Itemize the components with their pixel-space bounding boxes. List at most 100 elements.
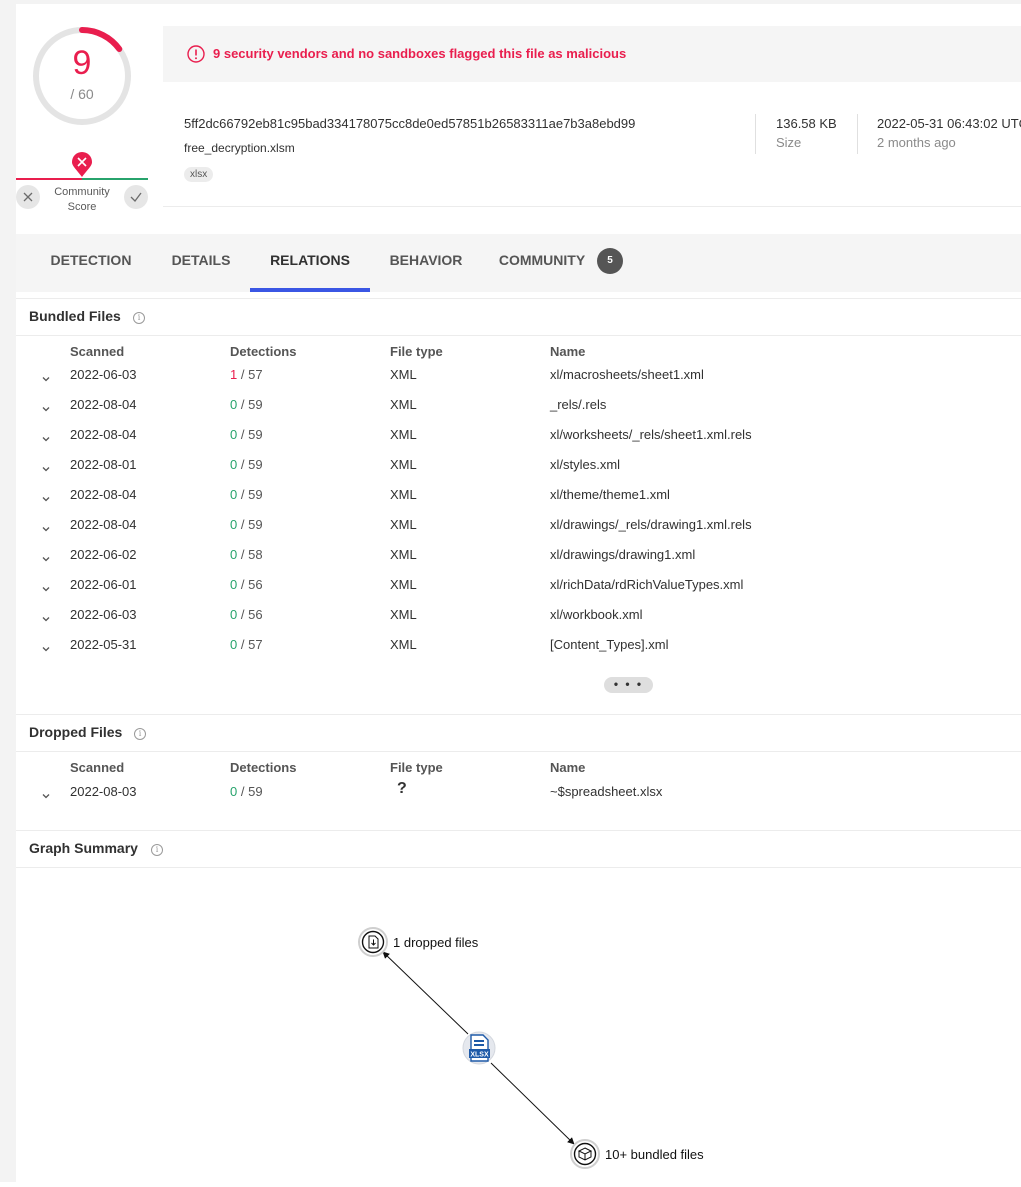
detection-ratio: 0 / 59 — [230, 517, 263, 532]
table-row[interactable]: 2022-06-03 1 / 57 XML xl/macrosheets/sheet1… — [16, 367, 1021, 397]
chevron-down-icon[interactable] — [40, 613, 52, 625]
table-row[interactable]: 2022-06-02 0 / 58 XML xl/drawings/drawing1.… — [16, 547, 1021, 577]
column-header-scanned: Scanned — [70, 760, 125, 775]
column-header-file-type: File type — [390, 344, 443, 359]
detection-total: / 59 — [240, 487, 263, 502]
file-type: XML — [390, 427, 417, 442]
page-top-strip — [0, 0, 1021, 4]
file-name-link[interactable]: xl/styles.xml — [550, 457, 620, 472]
file-name-link[interactable]: xl/richData/rdRichValueTypes.xml — [550, 577, 743, 592]
file-name-link[interactable]: _rels/.rels — [550, 397, 606, 412]
graph-canvas: XLSX — [358, 927, 600, 1169]
divider — [857, 114, 858, 154]
column-header-scanned: Scanned — [70, 344, 125, 359]
detection-total: / 59 — [240, 784, 263, 799]
chevron-down-icon[interactable] — [40, 790, 52, 802]
file-type: ? — [397, 780, 407, 797]
chevron-down-icon[interactable] — [40, 643, 52, 655]
active-tab-indicator — [250, 288, 370, 292]
file-type: XML — [390, 607, 417, 622]
detection-ratio: 0 / 58 — [230, 547, 263, 562]
table-row[interactable]: 2022-08-04 0 / 59 XML xl/worksheets/_rels/s… — [16, 427, 1021, 457]
file-type: XML — [390, 367, 417, 382]
file-name-link[interactable]: xl/theme/theme1.xml — [550, 487, 670, 502]
relations-graph[interactable]: XLSX 1 dropped files 10+ bundled files — [16, 868, 1021, 1182]
chevron-down-icon[interactable] — [40, 493, 52, 505]
chevron-down-icon[interactable] — [40, 553, 52, 565]
detection-count: 0 — [230, 637, 238, 652]
tab-relations[interactable]: RELATIONS — [250, 234, 370, 292]
chevron-down-icon[interactable] — [40, 433, 52, 445]
tab-behavior[interactable]: BEHAVIOR — [380, 234, 472, 292]
chevron-down-icon[interactable] — [40, 583, 52, 595]
bundled-files-node-label: 10+ bundled files — [605, 1147, 704, 1162]
graph-edge-bundled — [490, 1062, 575, 1145]
bundled-files-header: Bundled Files i — [16, 298, 1021, 336]
table-row[interactable]: 2022-08-04 0 / 59 XML xl/drawings/_rels/dra… — [16, 517, 1021, 547]
file-name-link[interactable]: ~$spreadsheet.xlsx — [550, 784, 662, 799]
divider — [755, 114, 756, 154]
tab-community[interactable]: COMMUNITY — [492, 234, 592, 292]
detection-total: / 59 — [240, 397, 263, 412]
tab-detection[interactable]: DETECTION — [36, 234, 146, 292]
bundled-files-node[interactable] — [570, 1139, 600, 1169]
file-size-value: 136.58 KB — [776, 116, 837, 131]
chevron-down-icon[interactable] — [40, 463, 52, 475]
xlsx-file-node[interactable]: XLSX — [462, 1031, 496, 1065]
scanned-date: 2022-06-01 — [70, 577, 137, 592]
chevron-down-icon[interactable] — [40, 373, 52, 385]
detection-ratio: 0 / 57 — [230, 637, 263, 652]
table-row[interactable]: 2022-08-04 0 / 59 XML _rels/.rels — [16, 397, 1021, 427]
scanned-date: 2022-05-31 — [70, 637, 137, 652]
vote-malicious-button[interactable] — [16, 185, 40, 209]
info-icon[interactable]: i — [134, 728, 146, 740]
table-row[interactable]: 2022-08-04 0 / 59 XML xl/theme/theme1.xml — [16, 487, 1021, 517]
table-row[interactable]: 2022-08-01 0 / 59 XML xl/styles.xml — [16, 457, 1021, 487]
table-row[interactable]: 2022-06-03 0 / 56 XML xl/workbook.xml — [16, 607, 1021, 637]
file-name-link[interactable]: [Content_Types].xml — [550, 637, 669, 652]
chevron-down-icon[interactable] — [40, 523, 52, 535]
graph-edge-dropped — [382, 951, 469, 1035]
detection-count: 0 — [230, 784, 238, 799]
detection-ratio: 0 / 59 — [230, 427, 263, 442]
scanned-date: 2022-06-02 — [70, 547, 137, 562]
column-header-detections: Detections — [230, 760, 297, 775]
community-label-line1: Community — [54, 186, 110, 198]
table-row[interactable]: 2022-06-01 0 / 56 XML xl/richData/rdRichVal… — [16, 577, 1021, 607]
chevron-down-icon[interactable] — [40, 403, 52, 415]
dropped-files-node[interactable] — [358, 927, 388, 957]
info-icon[interactable]: i — [133, 312, 145, 324]
file-name-link[interactable]: xl/drawings/drawing1.xml — [550, 547, 695, 562]
community-bar-positive — [82, 178, 148, 180]
file-name-link[interactable]: xl/macrosheets/sheet1.xml — [550, 367, 704, 382]
tab-details[interactable]: DETAILS — [156, 234, 246, 292]
vote-harmless-button[interactable] — [124, 185, 148, 209]
page-left-margin — [0, 0, 16, 1182]
file-name-link[interactable]: xl/worksheets/_rels/sheet1.xml.rels — [550, 427, 752, 442]
file-tag-badge[interactable]: xlsx — [184, 167, 214, 182]
detection-total: / 59 — [240, 427, 263, 442]
detection-count: 0 — [230, 607, 238, 622]
detection-total: / 56 — [240, 607, 263, 622]
section-title: Dropped Files — [29, 724, 123, 740]
file-name-link[interactable]: xl/drawings/_rels/drawing1.xml.rels — [550, 517, 752, 532]
table-row[interactable]: 2022-05-31 0 / 57 XML [Content_Types].xml — [16, 637, 1021, 667]
detection-total: / 56 — [240, 577, 263, 592]
file-name-link[interactable]: xl/workbook.xml — [550, 607, 642, 622]
community-bar-negative — [16, 178, 82, 180]
load-more-button[interactable]: • • • — [604, 677, 653, 693]
scanned-date: 2022-08-03 — [70, 784, 137, 799]
scanned-date: 2022-06-03 — [70, 607, 137, 622]
file-size-label: Size — [776, 135, 802, 150]
file-hash[interactable]: 5ff2dc66792eb81c95bad334178075cc8de0ed57… — [184, 116, 635, 131]
detection-count: 0 — [230, 517, 238, 532]
alert-message: 9 security vendors and no sandboxes flag… — [213, 46, 627, 61]
detection-ratio: 0 / 56 — [230, 607, 263, 622]
detection-ratio: 0 / 56 — [230, 577, 263, 592]
table-row[interactable]: 2022-08-03 0 / 59? ~$spreadsheet.xlsx — [16, 780, 1021, 814]
detection-total: / 58 — [240, 547, 263, 562]
info-icon[interactable]: i — [151, 844, 163, 856]
scanned-date: 2022-08-01 — [70, 457, 137, 472]
section-title: Graph Summary — [29, 840, 138, 856]
detection-total: / 59 — [240, 517, 263, 532]
